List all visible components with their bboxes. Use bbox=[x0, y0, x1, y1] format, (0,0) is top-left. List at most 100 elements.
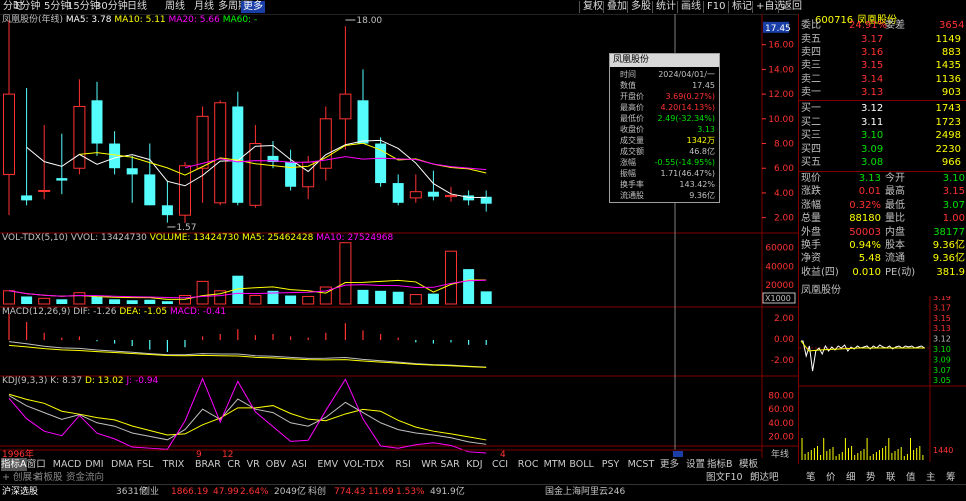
kdj-line bbox=[8, 395, 487, 445]
book-volume: 883 bbox=[941, 47, 961, 59]
indicator-tab[interactable]: WR bbox=[421, 458, 437, 471]
secondary-tab-right[interactable]: 图文F10 bbox=[706, 471, 743, 484]
weibi-cell: 委差 bbox=[885, 20, 905, 31]
sell-row[interactable]: 卖五 3.17 1149 bbox=[799, 33, 966, 46]
quote-cell: 5.48 bbox=[858, 253, 881, 265]
mini-tab[interactable]: 主 bbox=[926, 471, 936, 484]
period-tab-4[interactable]: 30分钟 bbox=[95, 1, 128, 13]
sell-row[interactable]: 卖三 3.15 1435 bbox=[799, 59, 966, 72]
sell-row[interactable]: 卖四 3.16 883 bbox=[799, 46, 966, 59]
toolbar-btn-1[interactable]: 叠加 bbox=[603, 1, 627, 13]
indicator-tab[interactable]: 窗口 bbox=[27, 458, 46, 471]
indicator-tab[interactable]: ROC bbox=[518, 458, 539, 471]
quote-cell: 3.10 bbox=[942, 173, 965, 184]
infobox-row: 时间 2024/04/01/一 bbox=[610, 69, 719, 80]
buy-row[interactable]: 买一 3.12 1743 bbox=[799, 102, 966, 115]
toolbar-btn-6[interactable]: 标记 bbox=[728, 1, 752, 13]
indicator-tab[interactable]: CR bbox=[227, 458, 240, 471]
sell-row[interactable]: 卖二 3.14 1136 bbox=[799, 73, 966, 86]
period-tab-7[interactable]: 月线 bbox=[194, 1, 214, 13]
indicator-tab[interactable]: MCST bbox=[628, 458, 655, 471]
secondary-tab-right[interactable]: 朗达吧 bbox=[750, 471, 779, 484]
indicator-tab[interactable]: TRIX bbox=[163, 458, 185, 471]
time-axis-label: 4 bbox=[500, 450, 506, 458]
candle-body bbox=[196, 115, 209, 169]
period-tab-1[interactable]: 1分钟 bbox=[14, 1, 40, 13]
toolbar-btn-8[interactable]: 返回 bbox=[778, 1, 802, 13]
indicator-tab[interactable]: 设置 bbox=[686, 458, 705, 471]
buy-row[interactable]: 买三 3.10 2498 bbox=[799, 129, 966, 142]
quote-cell: 股本 bbox=[885, 240, 905, 251]
indicator-tab[interactable]: SAR bbox=[440, 458, 459, 471]
indicator-tab[interactable]: RSI bbox=[395, 458, 410, 471]
candle-body bbox=[445, 194, 457, 198]
indicator-tab[interactable]: 指标A bbox=[1, 458, 27, 471]
quote-cell: 0.32% bbox=[849, 199, 881, 211]
volume-bar bbox=[249, 295, 262, 305]
infobox-key: 收盘价 bbox=[620, 125, 644, 134]
price-axis-label: 14.00 bbox=[768, 65, 794, 75]
volume-bar bbox=[38, 297, 51, 305]
buy-row[interactable]: 买四 3.09 2230 bbox=[799, 143, 966, 156]
period-tab-9[interactable]: 更多 bbox=[241, 1, 265, 13]
volume-bar bbox=[21, 296, 33, 304]
indicator-tab[interactable]: DMA bbox=[111, 458, 133, 471]
infobox-value: 2.49(-32.34%) bbox=[657, 114, 715, 123]
period-tab-6[interactable]: 周线 bbox=[165, 1, 185, 13]
infobox-key: 涨幅 bbox=[620, 158, 636, 167]
mini-tab[interactable]: 筹 bbox=[946, 471, 956, 484]
indicator-tab[interactable]: BRAR bbox=[195, 458, 221, 471]
toolbar-btn-3[interactable]: 统计 bbox=[652, 1, 676, 13]
quote-cell: 88180 bbox=[849, 213, 881, 225]
indicator-tab[interactable]: CCI bbox=[492, 458, 508, 471]
price-legend-item: MA5: 3.78 bbox=[65, 15, 115, 25]
secondary-tab[interactable]: 资金流向 bbox=[66, 471, 104, 484]
indicator-tab[interactable]: ASI bbox=[292, 458, 307, 471]
indicator-tab[interactable]: EMV bbox=[317, 458, 338, 471]
mini-tab[interactable]: 值 bbox=[906, 471, 916, 484]
toolbar-btn-4[interactable]: 画线 bbox=[677, 1, 701, 13]
indicator-tab[interactable]: MTM bbox=[544, 458, 566, 471]
book-label: 买一 bbox=[801, 103, 821, 114]
mini-tab[interactable]: 联 bbox=[886, 471, 896, 484]
toolbar-btn-2[interactable]: 多股 bbox=[627, 1, 651, 13]
book-price: 3.08 bbox=[861, 157, 884, 169]
indicator-tab[interactable]: FSL bbox=[137, 458, 154, 471]
indicator-tab-right[interactable]: 模板 bbox=[739, 458, 758, 471]
book-volume: 2498 bbox=[935, 130, 961, 142]
mini-intraday-chart[interactable]: 3.193.17 3.153.13 3.123.103.09 3.073.05 1440 bbox=[799, 296, 966, 462]
indicator-tab[interactable]: KDJ bbox=[466, 458, 482, 471]
indicator-tab[interactable]: VOL-TDX bbox=[343, 458, 384, 471]
toolbar-btn-5[interactable]: F10 bbox=[703, 1, 725, 13]
candle-body bbox=[161, 205, 173, 216]
infobox-title: 凤凰股份 bbox=[610, 54, 719, 67]
buy-row[interactable]: 买五 3.08 966 bbox=[799, 156, 966, 169]
sell-row[interactable]: 卖一 3.13 903 bbox=[799, 86, 966, 99]
quote-cell: 381.9 bbox=[936, 266, 965, 278]
mini-tab[interactable]: 价 bbox=[826, 471, 836, 484]
secondary-tab[interactable]: 首板股 bbox=[34, 471, 63, 484]
infobox-row: 收盘价 3.13 bbox=[610, 124, 719, 135]
mini-tab[interactable]: 细 bbox=[846, 471, 856, 484]
buy-row[interactable]: 买二 3.11 1723 bbox=[799, 116, 966, 129]
indicator-tab[interactable]: BOLL bbox=[569, 458, 593, 471]
candle-body bbox=[21, 195, 33, 201]
mini-tab[interactable]: 势 bbox=[866, 471, 876, 484]
indicator-tab[interactable]: OBV bbox=[266, 458, 286, 471]
indicator-tab[interactable]: MACD bbox=[53, 458, 81, 471]
period-tab-5[interactable]: 日线 bbox=[127, 1, 147, 13]
mini-tab[interactable]: 笔 bbox=[806, 471, 816, 484]
indicator-tab[interactable]: DMI bbox=[85, 458, 103, 471]
book-label: 卖三 bbox=[801, 60, 821, 72]
toolbar-btn-0[interactable]: 复权 bbox=[579, 1, 603, 13]
quote-cell: 收益(四) bbox=[801, 266, 839, 278]
quote-cell: 38177 bbox=[933, 226, 965, 238]
indicator-tab[interactable]: 更多 bbox=[660, 458, 679, 471]
indicator-tab[interactable]: VR bbox=[247, 458, 260, 471]
book-volume: 1743 bbox=[935, 103, 961, 114]
book-price: 3.16 bbox=[861, 47, 884, 59]
indicator-tab[interactable]: PSY bbox=[602, 458, 620, 471]
macd-legend-item: MACD: -0.41 bbox=[169, 307, 227, 317]
indicator-tab-right[interactable]: 指标B bbox=[707, 458, 733, 471]
infobox-key: 流通股 bbox=[620, 191, 644, 200]
